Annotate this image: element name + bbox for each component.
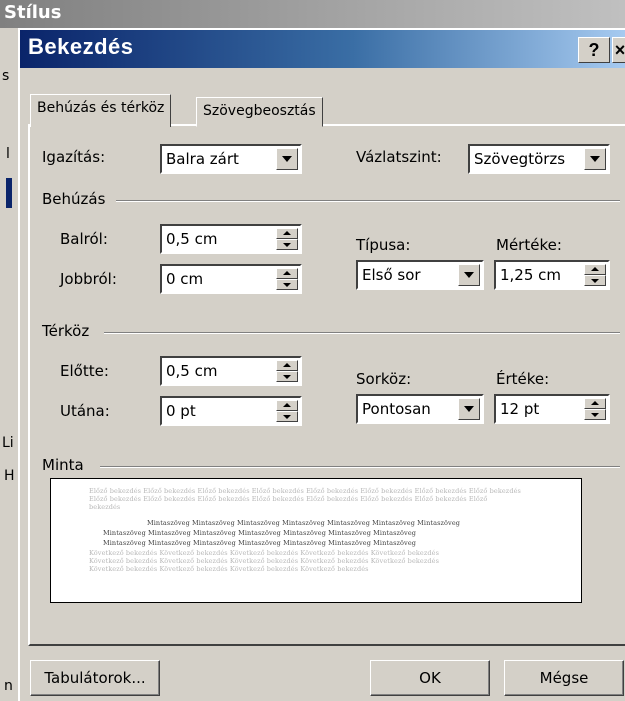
spin-buttons[interactable]	[276, 400, 298, 422]
line-spacing-label: Sorköz:	[356, 370, 412, 388]
background-title-text: Stílus	[4, 2, 62, 23]
spin-buttons[interactable]	[584, 264, 606, 286]
spin-buttons[interactable]	[584, 398, 606, 420]
alignment-select[interactable]: Balra zárt	[160, 144, 302, 174]
group-divider	[100, 466, 620, 468]
fragment-text: l	[6, 146, 10, 162]
spin-down-icon[interactable]	[276, 239, 298, 250]
spacing-before-value: 0,5 cm	[166, 362, 218, 380]
spin-buttons[interactable]	[276, 228, 298, 250]
spin-down-icon[interactable]	[276, 279, 298, 290]
indent-left-value: 0,5 cm	[166, 230, 218, 248]
spin-up-icon[interactable]	[276, 360, 298, 371]
dialog-title-bar[interactable]: Bekezdés ? ×	[20, 30, 625, 68]
cancel-button[interactable]: Mégse	[504, 660, 624, 696]
outline-level-select[interactable]: Szövegtörzs	[468, 144, 610, 174]
preview-sample-line: Mintaszöveg Mintaszöveg Mintaszöveg Mint…	[147, 519, 461, 527]
indent-right-input[interactable]: 0 cm	[160, 264, 302, 294]
tab-label: Szövegbeosztás	[203, 103, 316, 119]
spacing-before-label: Előtte:	[60, 362, 109, 380]
special-indent-value: Első sor	[362, 266, 421, 284]
preview-prev-line: bekezdés	[89, 503, 121, 511]
ok-button[interactable]: OK	[370, 660, 490, 696]
spin-buttons[interactable]	[276, 268, 298, 290]
cancel-button-label: Mégse	[539, 669, 589, 687]
spin-up-icon[interactable]	[584, 264, 606, 275]
tabs-button[interactable]: Tabulátorok...	[30, 660, 160, 696]
spacing-before-input[interactable]: 0,5 cm	[160, 356, 302, 386]
outline-level-label: Vázlatszint:	[356, 148, 442, 166]
indent-by-input[interactable]: 1,25 cm	[494, 260, 610, 290]
close-button[interactable]: ×	[612, 37, 625, 63]
indent-right-value: 0 cm	[166, 270, 204, 288]
spin-up-icon[interactable]	[276, 228, 298, 239]
spacing-after-input[interactable]: 0 pt	[160, 396, 302, 426]
line-spacing-value: Pontosan	[362, 400, 431, 418]
preview-next-line: Következő bekezdés Következő bekezdés Kö…	[89, 565, 369, 573]
alignment-label: Igazítás:	[42, 148, 106, 166]
spin-up-icon[interactable]	[276, 268, 298, 279]
indent-right-label: Jobbról:	[60, 270, 117, 288]
fragment-text: H	[4, 468, 15, 484]
preview-next-line: Következő bekezdés Következő bekezdés Kö…	[89, 549, 440, 557]
fragment-text: Li	[2, 435, 14, 451]
special-indent-select[interactable]: Első sor	[356, 260, 484, 290]
chevron-down-icon[interactable]	[276, 148, 298, 170]
special-indent-label: Típusa:	[356, 236, 411, 254]
spin-up-icon[interactable]	[276, 400, 298, 411]
background-window-fragment: s l Li H n	[0, 28, 18, 699]
fragment-text: n	[4, 678, 13, 694]
indentation-group-label: Behúzás	[42, 190, 106, 208]
ok-button-label: OK	[419, 669, 441, 687]
line-spacing-at-value: 12 pt	[500, 400, 540, 418]
tab-indents-spacing[interactable]: Behúzás és térköz	[30, 94, 172, 127]
line-spacing-select[interactable]: Pontosan	[356, 394, 484, 424]
fragment-selection	[6, 178, 12, 208]
alignment-value: Balra zárt	[166, 150, 239, 168]
group-divider	[104, 332, 620, 334]
preview-sample-line: Mintaszöveg Mintaszöveg Mintaszöveg Mint…	[103, 539, 417, 547]
outline-level-value: Szövegtörzs	[474, 150, 566, 168]
spin-down-icon[interactable]	[276, 411, 298, 422]
fragment-text: s	[2, 68, 10, 84]
spin-up-icon[interactable]	[584, 398, 606, 409]
preview-group-label: Minta	[42, 456, 84, 474]
chevron-down-icon[interactable]	[458, 398, 480, 420]
tab-line-page-breaks[interactable]: Szövegbeosztás	[196, 97, 323, 127]
tabs-button-label: Tabulátorok...	[44, 669, 146, 687]
preview-prev-line: Előző bekezdés Előző bekezdés Előző beke…	[89, 495, 488, 503]
spin-down-icon[interactable]	[276, 371, 298, 382]
indent-by-label: Mértéke:	[496, 236, 562, 254]
indent-by-value: 1,25 cm	[500, 266, 562, 284]
spacing-after-label: Utána:	[60, 402, 110, 420]
spin-buttons[interactable]	[276, 360, 298, 382]
spacing-group-label: Térköz	[42, 322, 90, 340]
background-window-title: Stílus	[0, 0, 625, 28]
indent-left-label: Balról:	[60, 230, 108, 248]
spin-down-icon[interactable]	[584, 275, 606, 286]
group-divider	[116, 200, 620, 202]
chevron-down-icon[interactable]	[584, 148, 606, 170]
dialog-title: Bekezdés	[28, 34, 134, 59]
spin-down-icon[interactable]	[584, 409, 606, 420]
spacing-after-value: 0 pt	[166, 402, 196, 420]
chevron-down-icon[interactable]	[458, 264, 480, 286]
preview-next-line: Következő bekezdés Következő bekezdés Kö…	[89, 557, 440, 565]
tab-label: Behúzás és térköz	[37, 100, 165, 116]
paragraph-preview: Előző bekezdés Előző bekezdés Előző beke…	[50, 478, 582, 603]
line-spacing-at-label: Értéke:	[496, 370, 550, 388]
preview-sample-line: Mintaszöveg Mintaszöveg Mintaszöveg Mint…	[103, 529, 417, 537]
help-button[interactable]: ?	[578, 37, 610, 63]
indent-left-input[interactable]: 0,5 cm	[160, 224, 302, 254]
line-spacing-at-input[interactable]: 12 pt	[494, 394, 610, 424]
preview-prev-line: Előző bekezdés Előző bekezdés Előző beke…	[89, 487, 521, 495]
